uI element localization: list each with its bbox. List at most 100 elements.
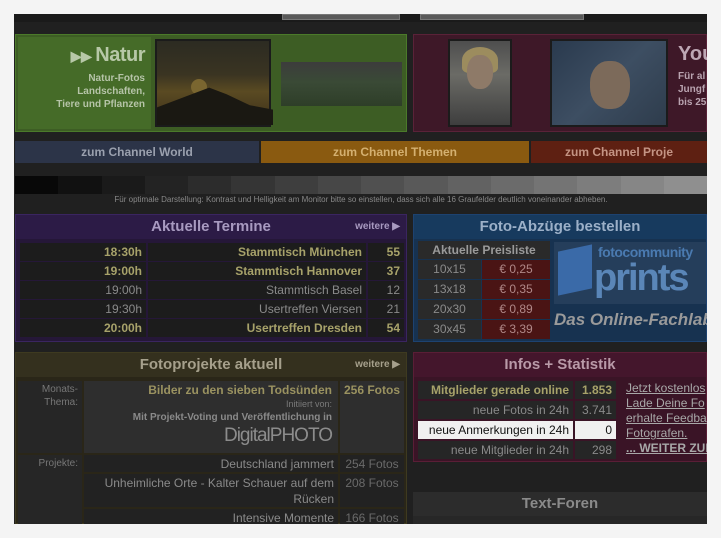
price-list-header: Aktuelle Preisliste <box>418 241 550 259</box>
grayscale-swatch <box>15 176 59 194</box>
termine-place[interactable]: Usertreffen Dresden <box>148 319 366 337</box>
feature-title[interactable]: Bilder zu den sieben Todsünden <box>84 383 338 397</box>
grayscale-calibration: Für optimale Darstellung: Kontrast und H… <box>15 176 707 204</box>
project-count: 254 Fotos <box>340 455 404 472</box>
natur-channel-panel[interactable]: ▶▶ Natur Natur-Fotos Landschaften, Tiere … <box>15 34 407 132</box>
grayscale-swatch <box>274 176 319 194</box>
stat-label: neue Anmerkungen in 24h <box>418 421 573 439</box>
termine-count: 37 <box>368 262 404 280</box>
channel-projekte-button[interactable]: zum Channel Proje <box>531 141 707 163</box>
monats-thema-feature[interactable]: Bilder zu den sieben Todsünden Initiiert… <box>84 381 338 453</box>
natur-photo-thumbnail[interactable] <box>155 39 273 127</box>
top-thumbnail[interactable] <box>420 14 584 20</box>
termine-place[interactable]: Stammtisch Hannover <box>148 262 366 280</box>
natur-landscape-thumbnail[interactable] <box>281 62 402 106</box>
termine-count: 54 <box>368 319 404 337</box>
price-size: 13x18 <box>418 280 481 299</box>
termine-row[interactable]: 19:00h Stammtisch Hannover 37 <box>20 262 404 280</box>
termine-time: 18:30h <box>20 243 146 261</box>
you-title[interactable]: You <box>678 43 707 66</box>
stat-value: 298 <box>575 441 616 459</box>
grayscale-swatch <box>404 176 448 194</box>
price-row: 10x15 € 0,25 <box>418 260 550 279</box>
grayscale-swatch <box>447 176 492 194</box>
price-size: 10x15 <box>418 260 481 279</box>
termine-row[interactable]: 19:00h Stammtisch Basel 12 <box>20 281 404 299</box>
portrait-thumbnail[interactable] <box>550 39 668 127</box>
weiter-link[interactable]: ... WEITER ZUR <box>626 441 707 456</box>
stat-row: Mitglieder gerade online 1.853 <box>418 381 616 399</box>
text-foren-panel: Text-Foren <box>413 492 707 524</box>
infos-statistik-panel: Infos + Statistik Mitglieder gerade onli… <box>413 352 707 462</box>
grayscale-swatch <box>577 176 621 194</box>
infos-header: Infos + Statistik <box>414 353 706 377</box>
price-size: 30x45 <box>418 320 481 339</box>
stat-label: Mitglieder gerade online <box>418 381 573 399</box>
termine-more-link[interactable]: weitere ▶ <box>355 215 400 239</box>
grayscale-swatch <box>58 176 102 194</box>
grayscale-note: Für optimale Darstellung: Kontrast und H… <box>114 195 608 204</box>
termine-place[interactable]: Usertreffen Viersen <box>148 300 366 318</box>
price-list: Aktuelle Preisliste 10x15 € 0,25 13x18 € 0,… <box>418 241 550 339</box>
fotoprojekte-table: Monats- Thema: Bilder zu den sieben Tods… <box>18 381 404 524</box>
grayscale-swatch <box>101 176 146 194</box>
stat-value: 1.853 <box>575 381 616 399</box>
project-count: 208 Fotos <box>340 474 404 507</box>
termine-title: Aktuelle Termine <box>151 218 271 235</box>
price-row: 13x18 € 0,35 <box>418 280 550 299</box>
digitalphoto-logo: DigitalPHOTO <box>223 425 333 446</box>
grayscale-swatch <box>188 176 232 194</box>
feature-initiator: Initiiert von: <box>285 399 332 409</box>
termine-panel: Aktuelle Termine weitere ▶ 18:30h Stammti… <box>15 214 407 342</box>
natur-header-box: ▶▶ Natur Natur-Fotos Landschaften, Tiere … <box>18 37 151 129</box>
fotoprojekte-more-link[interactable]: weitere ▶ <box>355 353 400 377</box>
price-value: € 0,35 <box>482 280 550 299</box>
termine-count: 55 <box>368 243 404 261</box>
termine-row[interactable]: 19:30h Usertreffen Viersen 21 <box>20 300 404 318</box>
stat-value: 3.741 <box>575 401 616 419</box>
price-value: € 3,39 <box>482 320 550 339</box>
monats-thema-label: Monats- Thema: <box>18 381 82 453</box>
stat-row: neue Anmerkungen in 24h 0 <box>418 421 616 439</box>
project-name[interactable]: Deutschland jammert <box>84 455 338 472</box>
stat-row: neue Mitglieder in 24h 298 <box>418 441 616 459</box>
youth-channel-panel[interactable]: You Für al Jungf bis 25 <box>413 34 707 132</box>
top-strip <box>14 14 707 22</box>
termine-time: 20:00h <box>20 319 146 337</box>
double-arrow-icon: ▶▶ <box>70 48 92 64</box>
channel-themen-button[interactable]: zum Channel Themen <box>261 141 529 163</box>
termine-row[interactable]: 20:00h Usertreffen Dresden 54 <box>20 319 404 337</box>
portrait-thumbnail[interactable] <box>448 39 512 127</box>
fotocommunity-prints-logo[interactable]: fotocommunity prints <box>554 242 706 304</box>
prints-logo-mark <box>558 244 592 296</box>
fotoprojekte-panel: Fotoprojekte aktuell weitere ▶ Monats- T… <box>15 352 407 524</box>
channel-nav: zum Channel World zum Channel Themen zum… <box>15 141 707 163</box>
grayscale-swatch <box>231 176 275 194</box>
termine-row[interactable]: 18:30h Stammtisch München 55 <box>20 243 404 261</box>
foren-header: Text-Foren <box>413 492 707 516</box>
grayscale-swatch <box>361 176 405 194</box>
channel-world-button[interactable]: zum Channel World <box>15 141 259 163</box>
stat-label: neue Mitglieder in 24h <box>418 441 573 459</box>
grayscale-swatch <box>620 176 665 194</box>
termine-time: 19:00h <box>20 262 146 280</box>
project-name[interactable]: Unheimliche Orte - Kalter Schauer auf de… <box>84 474 338 507</box>
termine-place[interactable]: Stammtisch München <box>148 243 366 261</box>
natur-description: Natur-Fotos Landschaften, Tiere und Pfla… <box>56 73 145 110</box>
join-promo-links[interactable]: Jetzt kostenlos Lade Deine Fo erhalte Fe… <box>626 381 707 456</box>
projekte-label: Projekte: <box>18 455 82 524</box>
feature-subtitle: Mit Projekt-Voting und Veröffentlichung … <box>132 412 332 423</box>
grayscale-swatch <box>663 176 707 194</box>
termine-place[interactable]: Stammtisch Basel <box>148 281 366 299</box>
price-row: 30x45 € 3,39 <box>418 320 550 339</box>
abzuege-header[interactable]: Foto-Abzüge bestellen <box>414 215 706 239</box>
termine-count: 21 <box>368 300 404 318</box>
natur-title[interactable]: ▶▶ Natur <box>70 44 146 67</box>
project-name[interactable]: Intensive Momente <box>84 509 338 524</box>
top-thumbnail[interactable] <box>282 14 400 20</box>
termine-time: 19:30h <box>20 300 146 318</box>
price-size: 20x30 <box>418 300 481 319</box>
stat-value: 0 <box>575 421 616 439</box>
price-row: 20x30 € 0,89 <box>418 300 550 319</box>
grayscale-swatch <box>317 176 362 194</box>
